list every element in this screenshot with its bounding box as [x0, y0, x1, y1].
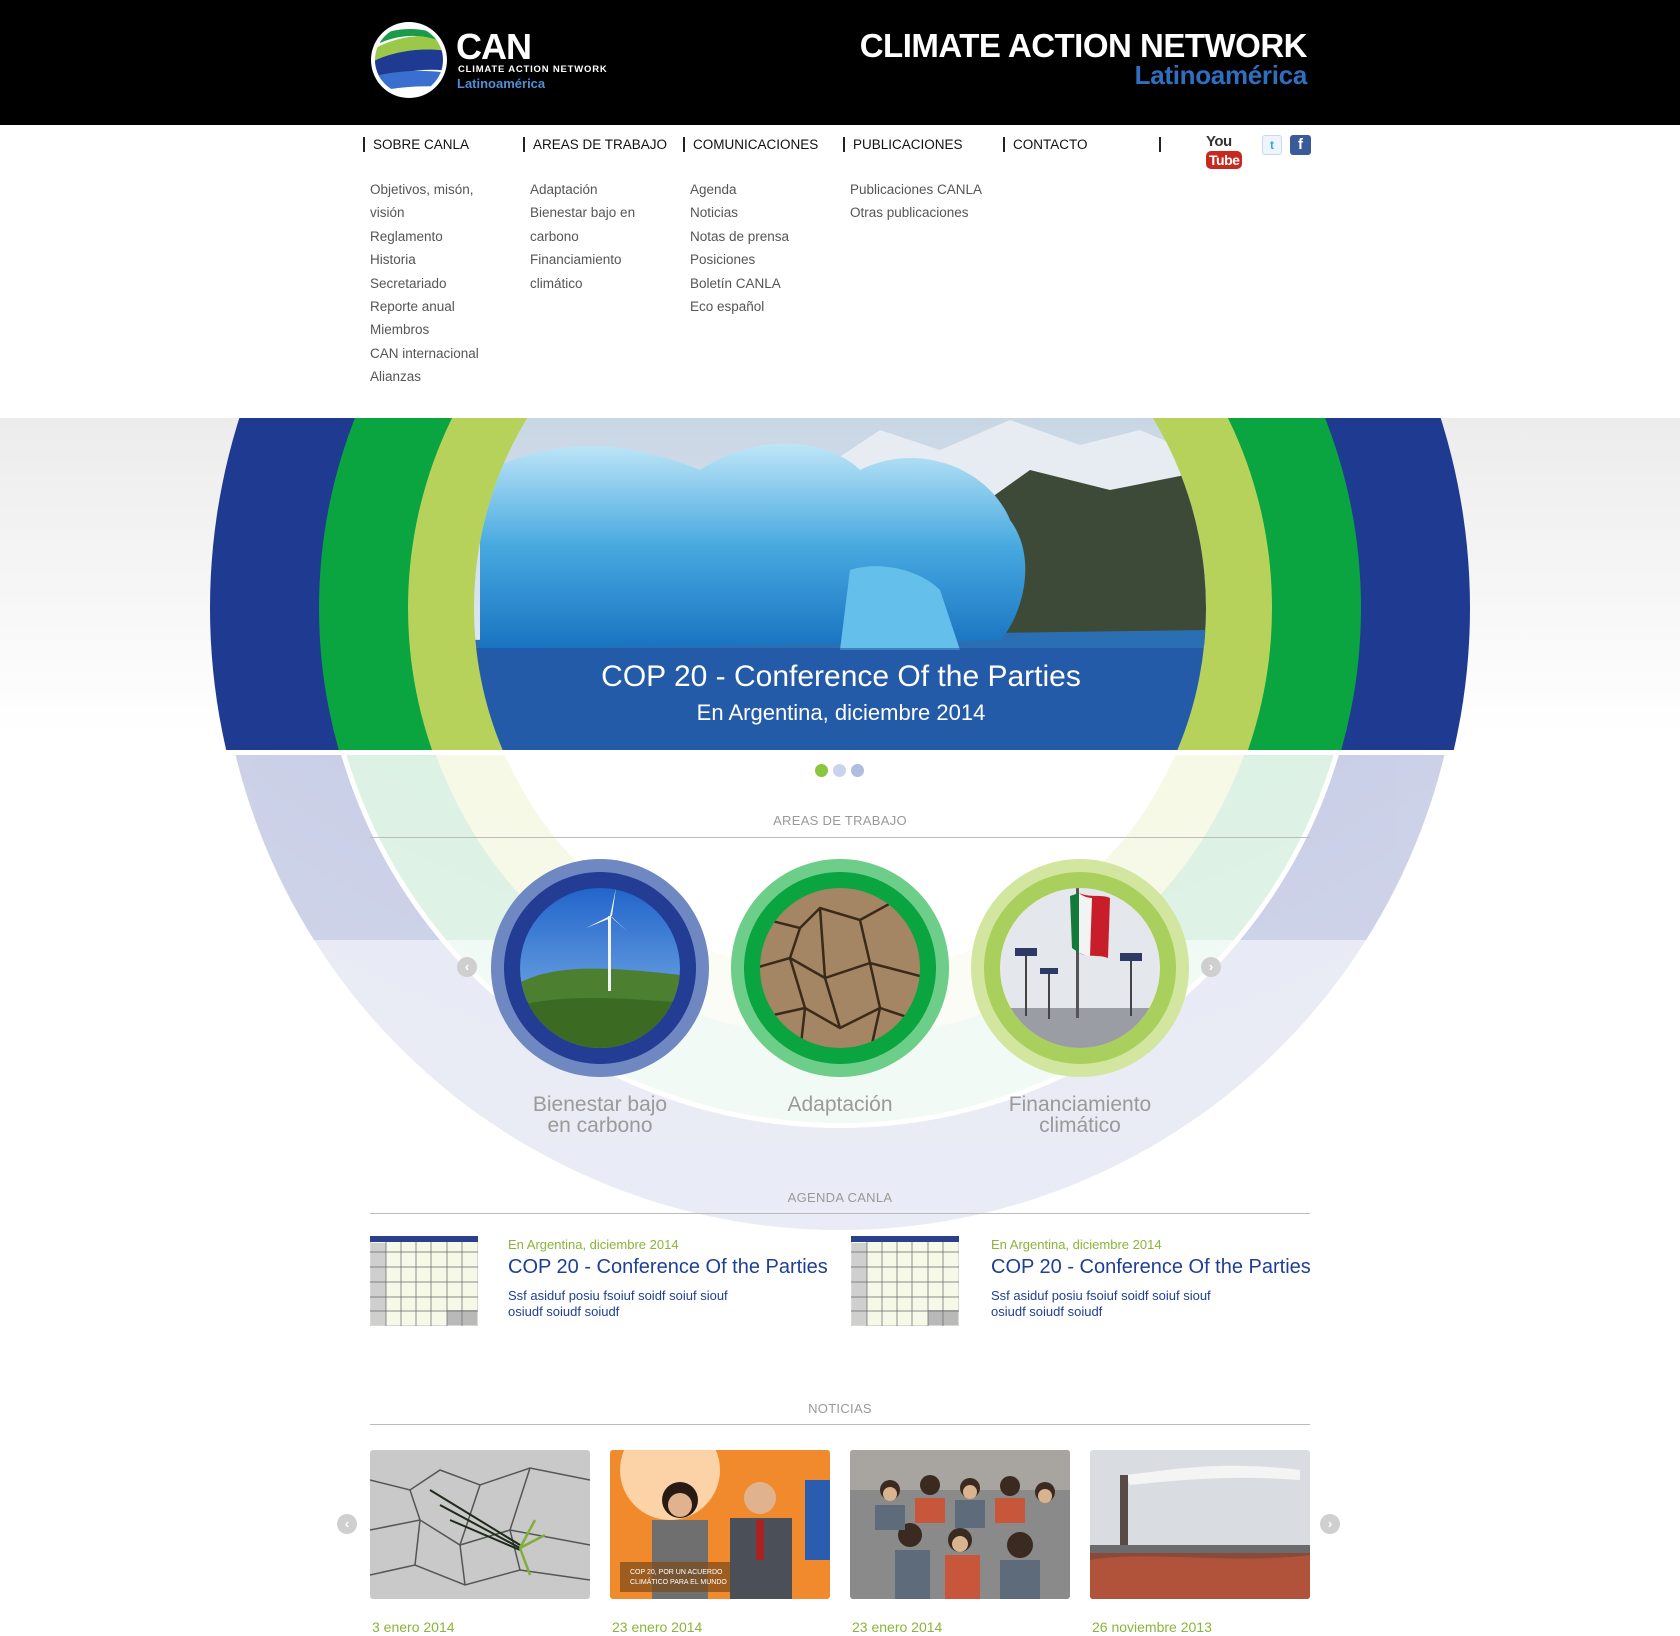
news-next-arrow-icon[interactable]: ›: [1320, 1514, 1340, 1534]
submenu-link[interactable]: carbono: [530, 225, 635, 248]
submenu-link[interactable]: climático: [530, 272, 635, 295]
area-label-financiamiento[interactable]: Financiamiento climático: [970, 1094, 1190, 1136]
main-nav: SOBRE CANLA AREAS DE TRABAJO COMUNICACIO…: [0, 125, 1680, 169]
nav-divider: [1159, 137, 1161, 152]
nav-publicaciones[interactable]: PUBLICACIONES: [843, 137, 963, 152]
facebook-icon[interactable]: f: [1290, 135, 1311, 155]
slide-dot[interactable]: [851, 764, 864, 777]
agenda-divider: [370, 1213, 1310, 1214]
areas-divider: [370, 837, 1310, 838]
area-bienestar-image[interactable]: [490, 858, 710, 1078]
can-logo[interactable]: [370, 21, 448, 99]
news-date: 26 noviembre 2013: [1092, 1619, 1212, 1635]
news-image-interview[interactable]: COP 20, POR UN ACUERDO CLIMÁTICO PARA EL…: [610, 1450, 830, 1599]
submenu-link[interactable]: Notas de prensa: [690, 225, 789, 248]
areas-next-arrow-icon[interactable]: ›: [1201, 957, 1221, 977]
slide-subtitle: En Argentina, diciembre 2014: [696, 700, 986, 725]
agenda-date: En Argentina, diciembre 2014: [991, 1237, 1162, 1252]
news-heading: NOTICIAS: [808, 1401, 872, 1416]
svg-text:COP 20, POR UN ACUERDO: COP 20, POR UN ACUERDO: [630, 1569, 723, 1576]
twitter-icon[interactable]: t: [1262, 135, 1282, 155]
submenu-link[interactable]: Eco español: [690, 295, 789, 318]
svg-text:CLIMÁTICO PARA EL MUNDO: CLIMÁTICO PARA EL MUNDO: [630, 1577, 727, 1586]
submenu-link[interactable]: Noticias: [690, 201, 789, 224]
site-header: CAN CLIMATE ACTION NETWORK Latinoamérica…: [0, 0, 1680, 125]
submenu-link[interactable]: Posiciones: [690, 248, 789, 271]
submenu-link[interactable]: Secretariado: [370, 272, 479, 295]
submenu-link[interactable]: Historia: [370, 248, 479, 271]
news-image-cracked-earth[interactable]: [370, 1450, 590, 1599]
youtube-icon[interactable]: YouTube: [1206, 133, 1258, 169]
submenu-publicaciones: Publicaciones CANLA Otras publicaciones: [850, 178, 982, 225]
areas-heading: AREAS DE TRABAJO: [773, 813, 907, 828]
brand-full: CLIMATE ACTION NETWORK: [458, 64, 608, 75]
agenda-title[interactable]: COP 20 - Conference Of the Parties: [991, 1256, 1311, 1279]
area-adaptacion-image[interactable]: [730, 858, 950, 1078]
news-date: 23 enero 2014: [852, 1619, 943, 1635]
submenu-link[interactable]: Miembros: [370, 318, 479, 341]
news-date: 3 enero 2014: [372, 1619, 455, 1635]
agenda-description: Ssf asiduf posiu fsoiuf soidf soiuf siou…: [991, 1288, 1211, 1319]
news-prev-arrow-icon[interactable]: ‹: [337, 1514, 357, 1534]
news-divider: [370, 1424, 1310, 1425]
calendar-icon: [370, 1236, 478, 1326]
agenda-description: Ssf asiduf posiu fsoiuf soidf soiuf siou…: [508, 1288, 728, 1319]
submenu-link[interactable]: Agenda: [690, 178, 789, 201]
agenda-date: En Argentina, diciembre 2014: [508, 1237, 679, 1252]
nav-contacto[interactable]: CONTACTO: [1003, 137, 1088, 152]
submenu-link[interactable]: Bienestar bajo en: [530, 201, 635, 224]
news-image-smokestack[interactable]: [1090, 1450, 1310, 1599]
area-financiamiento-image[interactable]: [970, 858, 1190, 1078]
areas-prev-arrow-icon[interactable]: ‹: [457, 957, 477, 977]
submenu-link[interactable]: Adaptación: [530, 178, 635, 201]
calendar-icon: [851, 1236, 959, 1326]
submenu-link[interactable]: Publicaciones CANLA: [850, 178, 982, 201]
brand-short: CAN: [456, 26, 532, 67]
submenu-link[interactable]: Financiamiento: [530, 248, 635, 271]
slide-title[interactable]: COP 20 - Conference Of the Parties: [475, 660, 1207, 694]
agenda-heading: AGENDA CANLA: [787, 1190, 893, 1205]
submenu-sobre-canla: Objetivos, misón, visión Reglamento Hist…: [370, 178, 479, 389]
news-date: 23 enero 2014: [612, 1619, 703, 1635]
news-image-group-meeting[interactable]: [850, 1450, 1070, 1599]
submenu-comunicaciones: Agenda Noticias Notas de prensa Posicion…: [690, 178, 789, 318]
nav-sobre-canla[interactable]: SOBRE CANLA: [363, 137, 469, 152]
submenu-areas: Adaptación Bienestar bajo en carbono Fin…: [530, 178, 635, 295]
agenda-title[interactable]: COP 20 - Conference Of the Parties: [508, 1256, 828, 1279]
slide-dot-active[interactable]: [815, 764, 828, 777]
submenu-link[interactable]: Alianzas: [370, 365, 479, 388]
slide-dot[interactable]: [833, 764, 846, 777]
submenu-link[interactable]: Objetivos, misón,: [370, 178, 479, 201]
site-title-region: Latinoamérica: [1134, 60, 1308, 90]
submenu-link[interactable]: Boletín CANLA: [690, 272, 789, 295]
submenu-link[interactable]: visión: [370, 201, 479, 224]
submenu-link[interactable]: Reporte anual: [370, 295, 479, 318]
area-label-bienestar[interactable]: Bienestar bajo en carbono: [490, 1094, 710, 1136]
submenu-link[interactable]: Reglamento: [370, 225, 479, 248]
brand-region: Latinoamérica: [457, 76, 546, 91]
submenu-link[interactable]: Otras publicaciones: [850, 201, 982, 224]
nav-comunicaciones[interactable]: COMUNICACIONES: [683, 137, 818, 152]
area-label-adaptacion[interactable]: Adaptación: [730, 1094, 950, 1115]
nav-areas-de-trabajo[interactable]: AREAS DE TRABAJO: [523, 137, 667, 152]
submenu-link[interactable]: CAN internacional: [370, 342, 479, 365]
